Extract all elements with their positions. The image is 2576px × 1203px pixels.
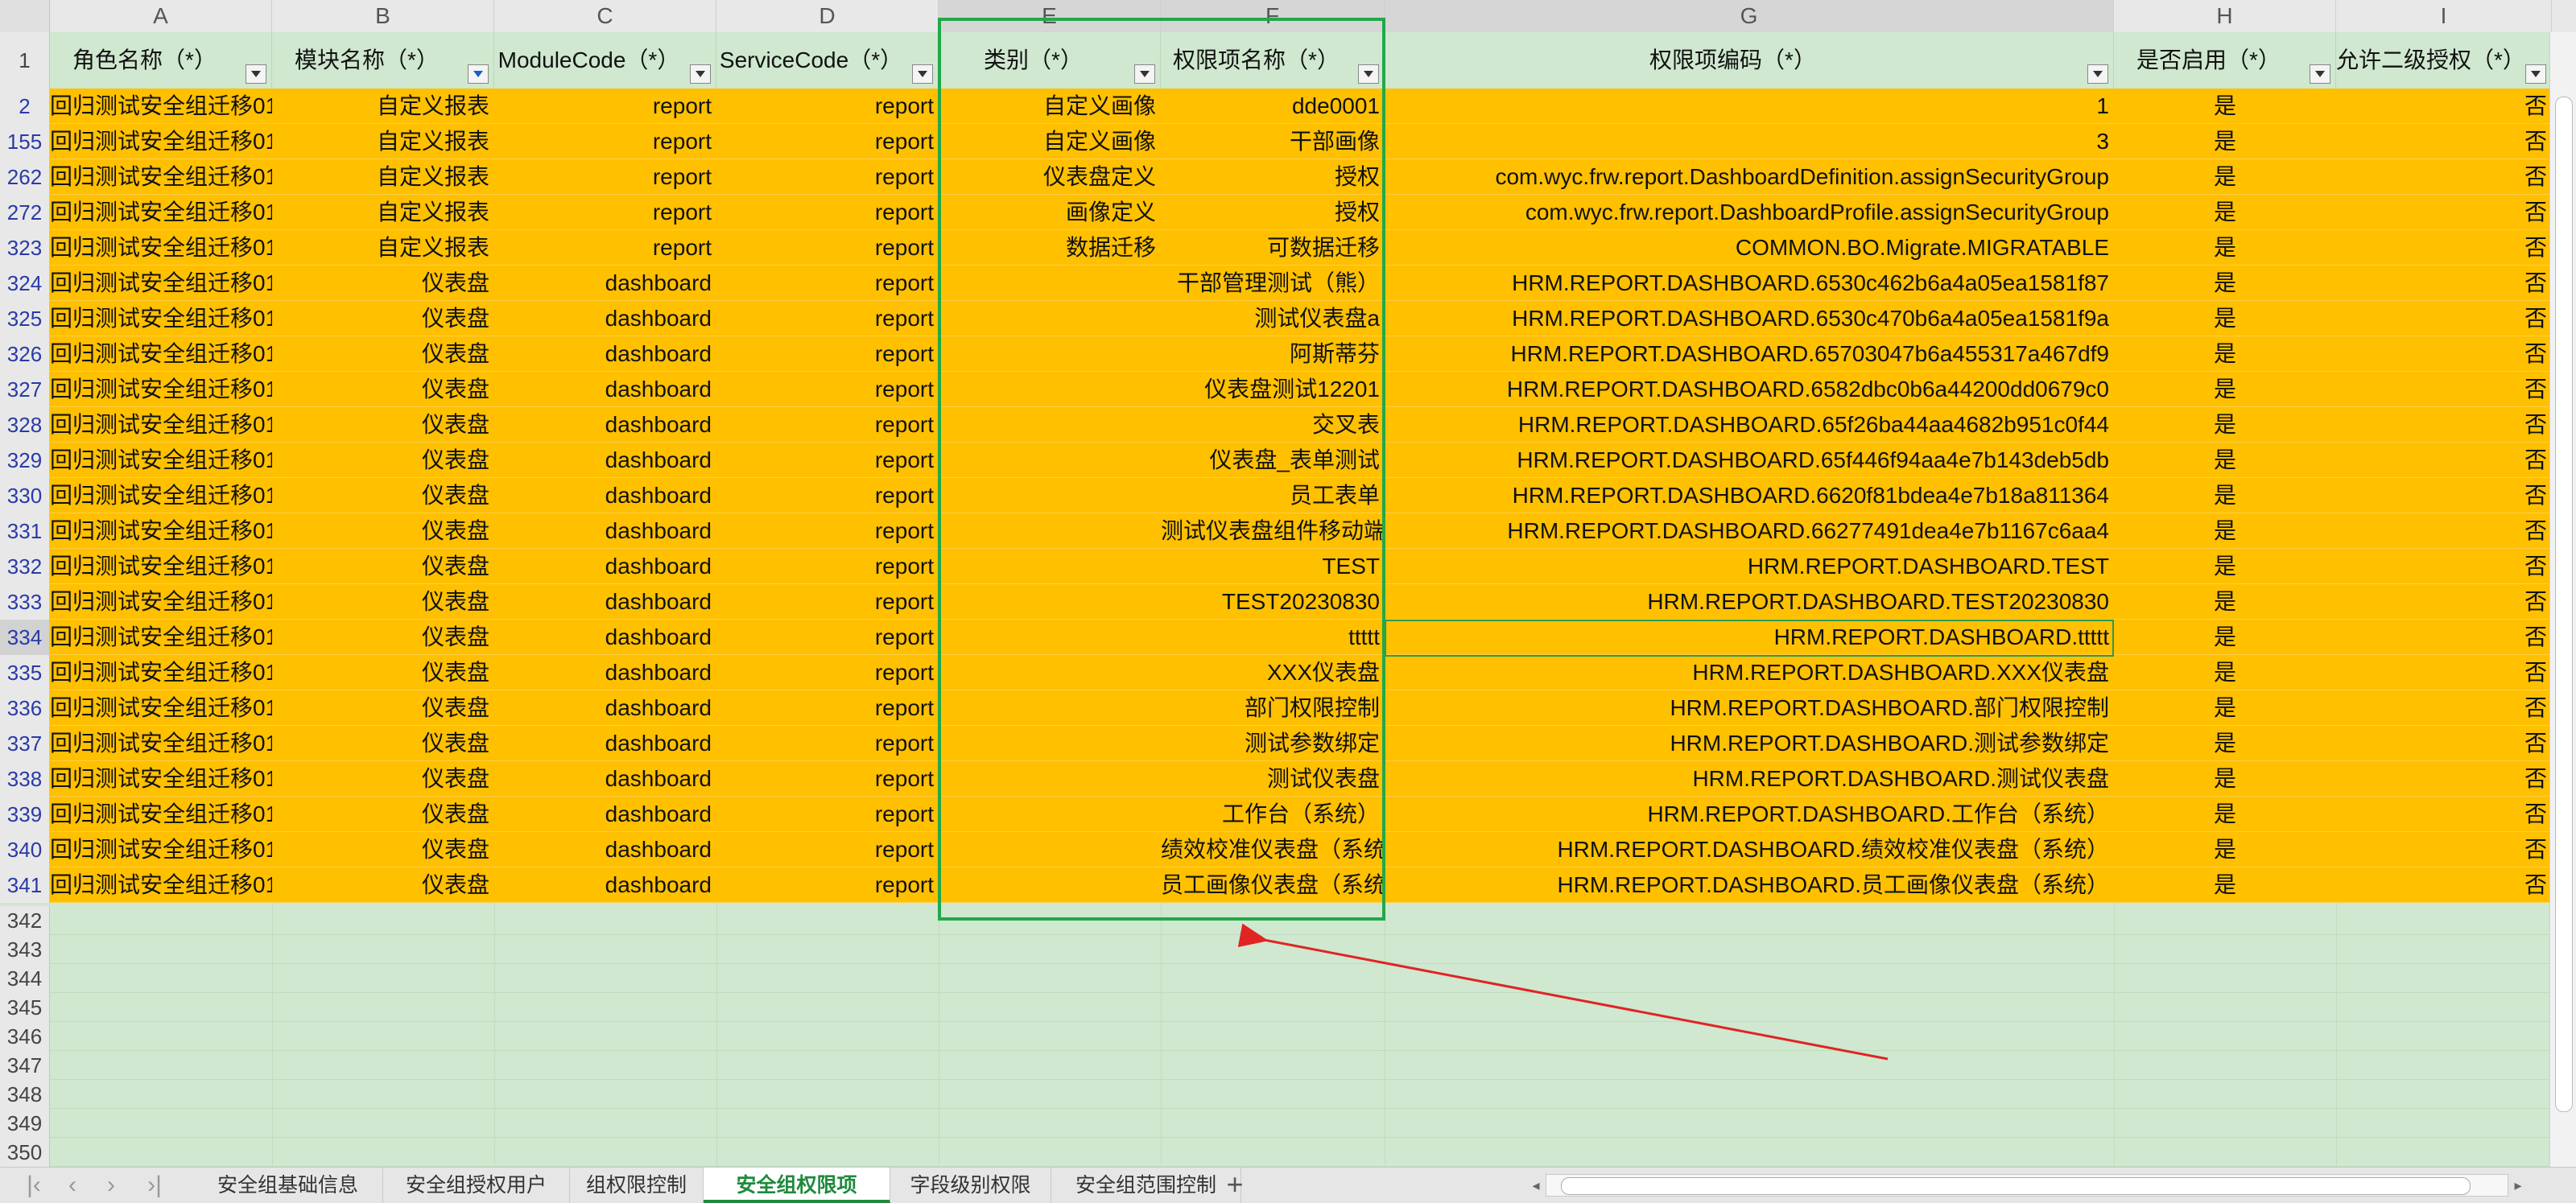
sheet-tab-4[interactable]: 安全组权限项	[704, 1168, 890, 1203]
prev-sheet-button[interactable]: ‹	[53, 1168, 92, 1203]
horizontal-scroll-thumb[interactable]	[1561, 1177, 2471, 1195]
sheet-tab-3[interactable]: 组权限控制	[570, 1168, 704, 1203]
vertical-scroll-thumb[interactable]	[2555, 97, 2573, 1112]
sheet-tab-bar: |‹ ‹ › ›| 安全组基础信息 安全组授权用户 组权限控制 安全组权限项 字段级别权…	[0, 1167, 2576, 1203]
scroll-left-arrow[interactable]: ◂	[1526, 1174, 1546, 1197]
scroll-right-arrow[interactable]: ▸	[2508, 1174, 2528, 1197]
vertical-scrollbar[interactable]	[2549, 32, 2576, 1167]
annotation-arrow	[1237, 923, 1889, 1061]
last-sheet-button[interactable]: ›|	[135, 1168, 174, 1203]
add-sheet-button[interactable]: +	[1216, 1168, 1254, 1203]
sheet-tab-6[interactable]: 安全组范围控制	[1051, 1168, 1241, 1203]
horizontal-scrollbar[interactable]	[1546, 1174, 2508, 1197]
sheet-tab-1[interactable]: 安全组基础信息	[193, 1168, 383, 1203]
next-sheet-button[interactable]: ›	[92, 1168, 130, 1203]
first-sheet-button[interactable]: |‹	[14, 1168, 53, 1203]
spreadsheet-grid[interactable]: ABCDEFGHI 1 角色名称（*） 模块名称（*） ModuleCode（*） S…	[0, 0, 2576, 1167]
sheet-tab-2[interactable]: 安全组授权用户	[383, 1168, 570, 1203]
sheet-tab-5[interactable]: 字段级别权限	[890, 1168, 1051, 1203]
